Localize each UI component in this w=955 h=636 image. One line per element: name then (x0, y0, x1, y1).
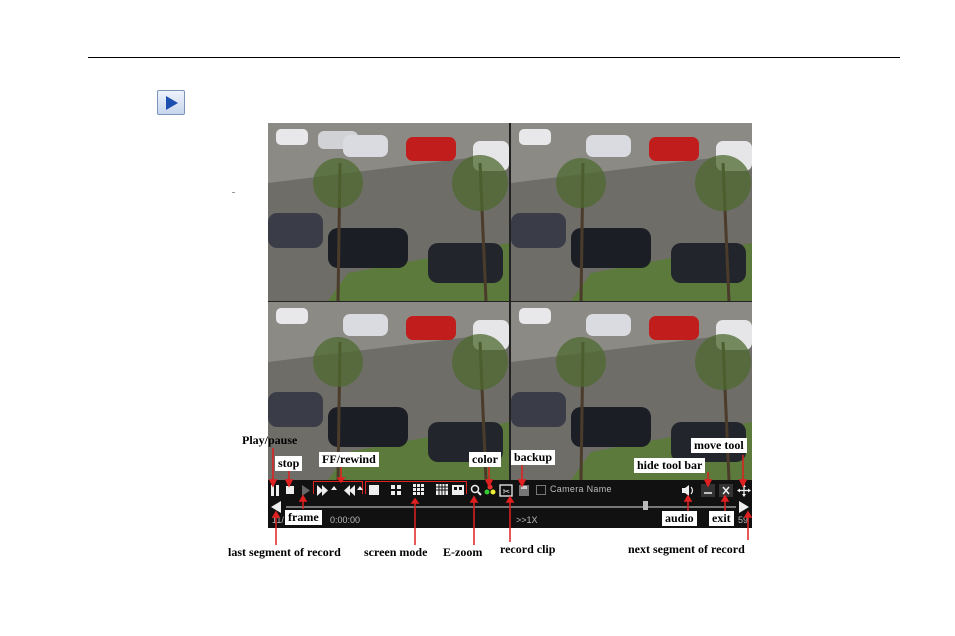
callout-exit: exit (709, 511, 734, 526)
callout-last-segment: last segment of record (228, 545, 341, 559)
callout-ff-rewind: FF/rewind (319, 452, 379, 467)
callout-audio: audio (662, 511, 697, 526)
callout-screen-mode: screen mode (364, 545, 428, 559)
callout-play-pause: Play/pause (242, 433, 298, 447)
callout-move-tool: move tool (691, 438, 747, 453)
callout-next-segment: next segment of record (628, 542, 745, 556)
callout-record-clip: record clip (500, 542, 556, 556)
callout-arrows (268, 448, 753, 545)
callout-hide-tool-bar: hide tool bar (634, 458, 706, 473)
callout-stop: stop (275, 456, 303, 471)
callout-e-zoom: E-zoom (443, 545, 483, 559)
callout-frame: frame (285, 510, 322, 525)
callout-color: color (469, 452, 501, 467)
callout-backup: backup (511, 450, 556, 465)
